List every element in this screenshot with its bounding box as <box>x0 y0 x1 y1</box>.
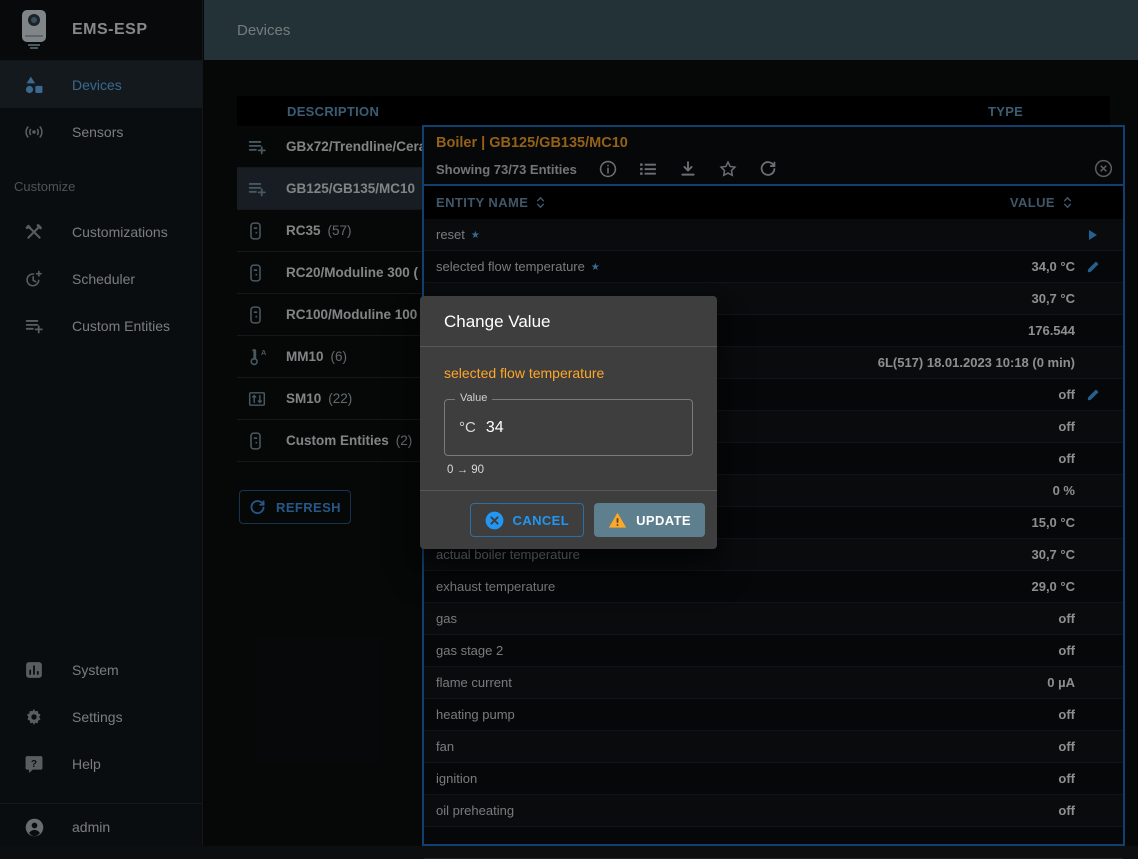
update-label: UPDATE <box>636 513 691 528</box>
value-range-helper: 0 → 90 <box>447 464 693 476</box>
dialog-title: Change Value <box>420 296 717 347</box>
cancel-button[interactable]: CANCEL <box>470 503 585 537</box>
dialog-actions: CANCEL UPDATE <box>420 490 717 549</box>
warning-icon <box>608 511 627 530</box>
value-input-label: Value <box>455 392 492 404</box>
cancel-circle-icon <box>485 511 504 530</box>
cancel-label: CANCEL <box>513 513 570 528</box>
value-input[interactable]: Value °C 34 <box>444 399 693 456</box>
value-input-text: 34 <box>486 419 504 437</box>
change-value-dialog: Change Value selected flow temperature V… <box>420 296 717 549</box>
update-button[interactable]: UPDATE <box>594 503 705 537</box>
dialog-body: selected flow temperature Value °C 34 0 … <box>420 347 717 490</box>
entity-label: selected flow temperature <box>444 365 693 381</box>
unit-adornment: °C <box>459 419 476 436</box>
